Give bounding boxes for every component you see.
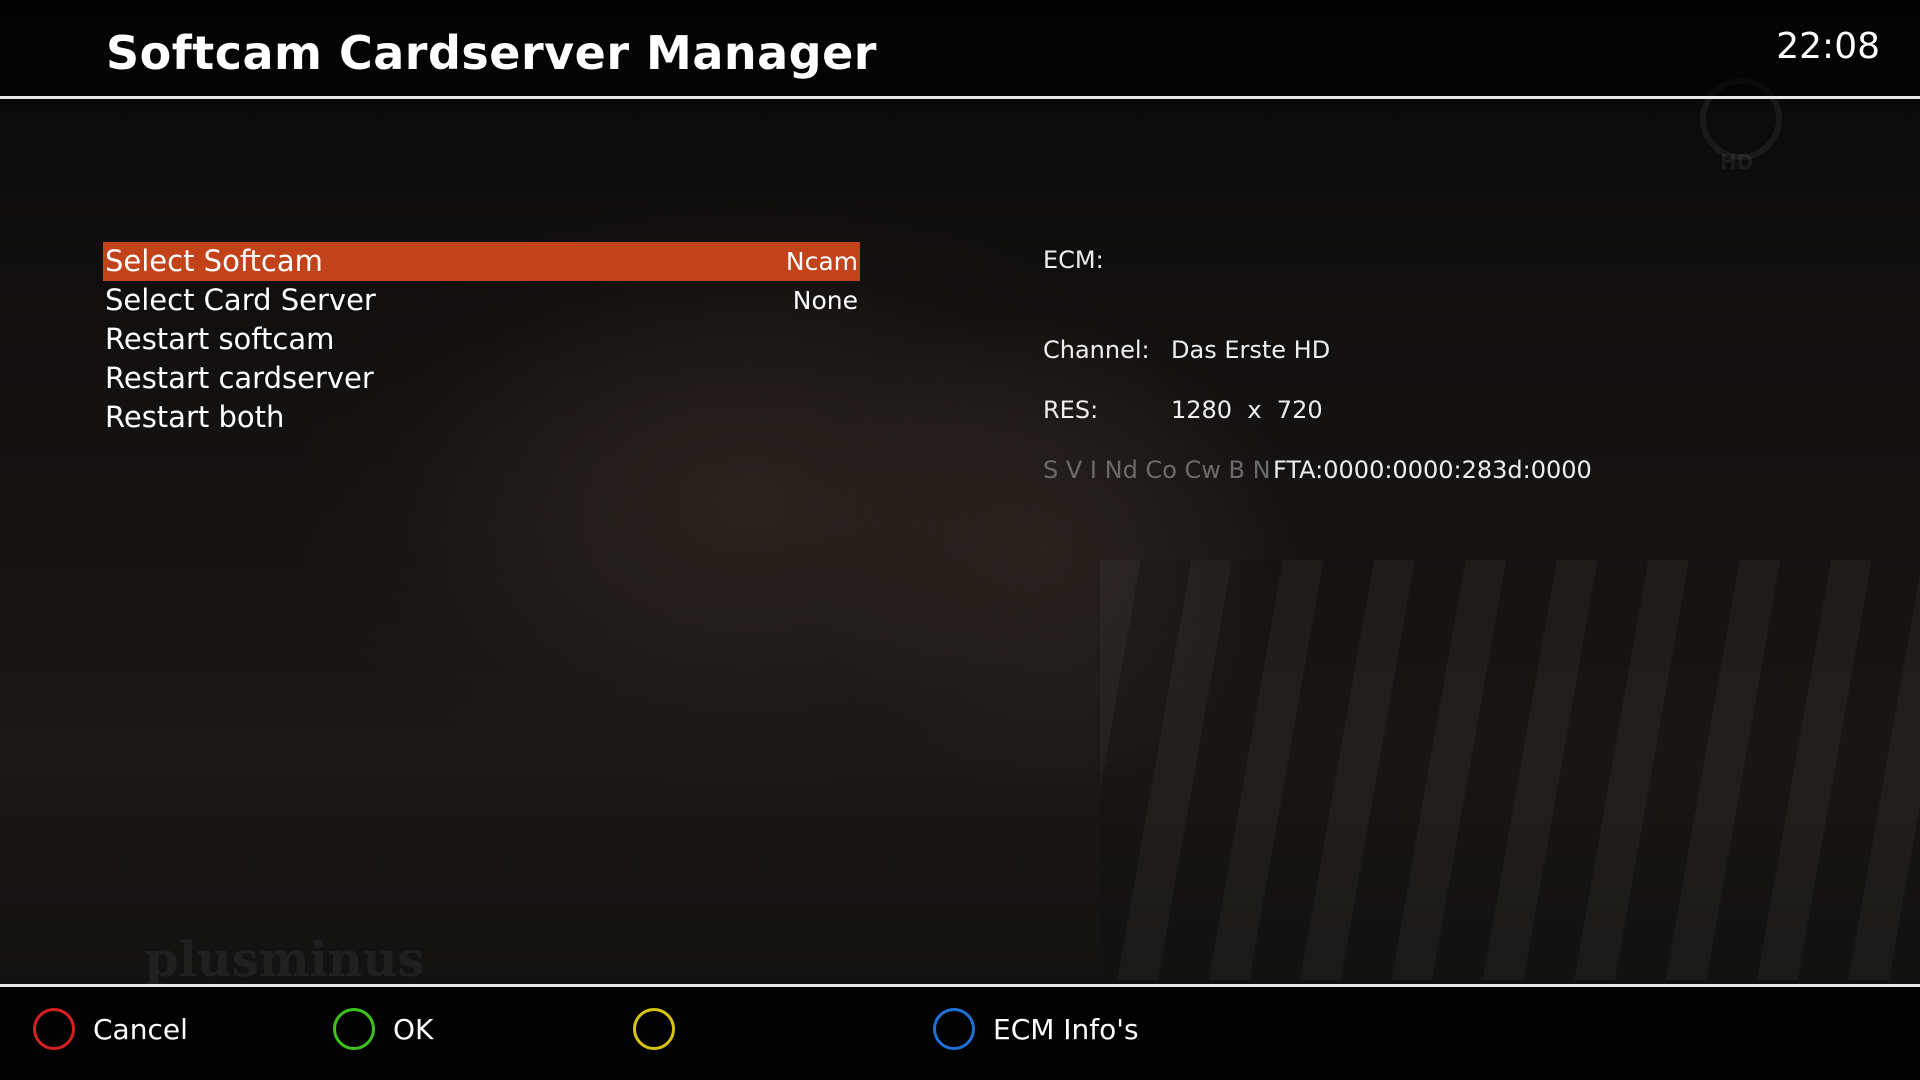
menu-item-restart-softcam[interactable]: Restart softcam: [103, 320, 860, 359]
menu-item-restart-both[interactable]: Restart both: [103, 398, 860, 437]
resolution-label: RES:: [1043, 396, 1099, 424]
background-keyboard: [1100, 560, 1920, 980]
channel-label: Channel:: [1043, 336, 1150, 364]
menu-item-label: Restart softcam: [105, 322, 335, 356]
channel-logo-text: HD: [1720, 150, 1754, 174]
yellow-circle-icon: [633, 1008, 675, 1050]
page-title: Softcam Cardserver Manager: [106, 26, 877, 80]
program-watermark: plusminus: [145, 932, 425, 988]
green-circle-icon: [333, 1008, 375, 1050]
background-video: HD plusminus: [0, 0, 1920, 1080]
blue-button-label: ECM Info's: [993, 1012, 1139, 1046]
red-button-label: Cancel: [93, 1012, 188, 1046]
channel-value: Das Erste HD: [1171, 336, 1331, 364]
resolution-row: RES: 1280 x 720: [1043, 396, 1323, 424]
green-button-ok[interactable]: OK: [333, 1005, 433, 1053]
red-circle-icon: [33, 1008, 75, 1050]
caid-value: FTA:0000:0000:283d:0000: [1273, 456, 1592, 484]
menu-item-label: Select Softcam: [105, 244, 323, 278]
menu-item-value: None: [792, 286, 858, 315]
blue-circle-icon: [933, 1008, 975, 1050]
blue-button-ecm-info[interactable]: ECM Info's: [933, 1005, 1139, 1053]
caid-row: S V I Nd Co Cw B N FTA:0000:0000:283d:00…: [1043, 456, 1592, 484]
menu-item-restart-cardserver[interactable]: Restart cardserver: [103, 359, 860, 398]
menu-item-label: Restart cardserver: [105, 361, 374, 395]
ecm-row: ECM:: [1043, 246, 1104, 274]
green-button-label: OK: [393, 1012, 434, 1046]
red-button-cancel[interactable]: Cancel: [33, 1005, 188, 1053]
channel-row: Channel: Das Erste HD: [1043, 336, 1330, 364]
menu-list: Select Softcam Ncam Select Card Server N…: [103, 242, 860, 437]
header: Softcam Cardserver Manager 22:08: [0, 0, 1920, 96]
ecm-label: ECM:: [1043, 246, 1104, 274]
menu-item-label: Restart both: [105, 400, 285, 434]
clock: 22:08: [1776, 26, 1880, 67]
resolution-value: 1280 x 720: [1171, 396, 1323, 424]
header-divider: [0, 96, 1920, 99]
menu-item-value: Ncam: [785, 247, 858, 276]
yellow-button[interactable]: [633, 1005, 693, 1053]
caid-flags: S V I Nd Co Cw B N: [1043, 456, 1271, 484]
menu-item-select-softcam[interactable]: Select Softcam Ncam: [103, 242, 860, 281]
footer: Cancel OK ECM Info's: [0, 987, 1920, 1080]
menu-item-label: Select Card Server: [105, 283, 376, 317]
menu-item-select-card-server[interactable]: Select Card Server None: [103, 281, 860, 320]
